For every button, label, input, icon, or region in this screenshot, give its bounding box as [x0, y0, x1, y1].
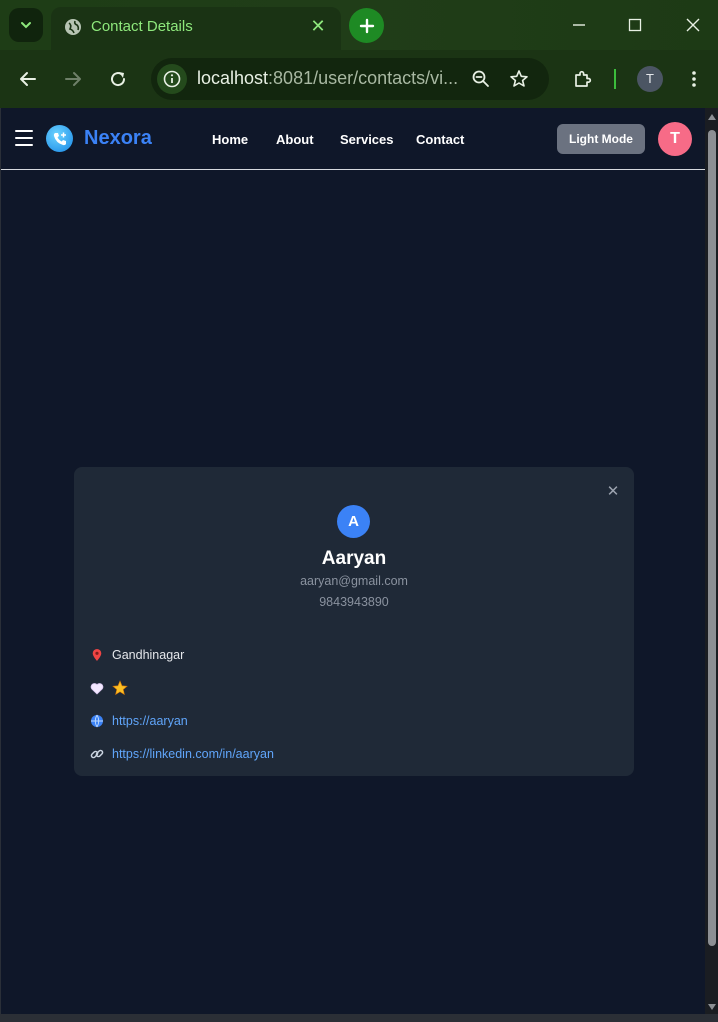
- nav-link-about[interactable]: About: [276, 132, 314, 147]
- phone-icon: [53, 132, 66, 145]
- page-scrollbar[interactable]: [705, 108, 718, 1014]
- phone-logo-icon: [46, 125, 73, 152]
- contact-avatar: A: [337, 505, 370, 538]
- link-icon: [89, 746, 105, 762]
- map-pin-icon: [89, 647, 105, 663]
- reload-icon: [111, 72, 126, 87]
- star-icon[interactable]: [112, 680, 128, 696]
- url-path: :8081/user/contacts/vi...: [268, 68, 459, 88]
- more-vertical-icon: [692, 71, 696, 87]
- reload-button[interactable]: [102, 63, 134, 95]
- site-navbar: Nexora Home About Services Contact Light…: [1, 108, 706, 170]
- browser-toolbar: localhost:8081/user/contacts/vi... T: [0, 50, 718, 108]
- extensions-button[interactable]: [567, 63, 599, 95]
- info-icon: [163, 70, 181, 88]
- heart-icon: [89, 680, 105, 696]
- profile-avatar[interactable]: T: [637, 66, 663, 92]
- zoom-button[interactable]: [465, 63, 497, 95]
- favorite-row: [89, 679, 135, 697]
- url-host: localhost: [197, 68, 269, 88]
- close-icon: [686, 18, 700, 32]
- bookmark-button[interactable]: [503, 63, 535, 95]
- theme-toggle-button[interactable]: Light Mode: [557, 124, 645, 154]
- nav-link-services[interactable]: Services: [340, 132, 394, 147]
- scrollbar-thumb[interactable]: [708, 130, 716, 946]
- brand-name[interactable]: Nexora: [84, 127, 152, 150]
- window-bottom-edge: [0, 1014, 718, 1022]
- back-button[interactable]: [12, 63, 44, 95]
- maximize-icon: [628, 18, 642, 32]
- forward-button[interactable]: [57, 63, 89, 95]
- plus-icon: [359, 18, 374, 33]
- tab-active[interactable]: Contact Details ✕: [51, 7, 341, 50]
- contact-address: Gandhinagar: [112, 648, 185, 662]
- zoom-out-icon: [472, 70, 489, 87]
- scroll-down-arrow-icon[interactable]: [708, 1004, 716, 1010]
- website-row: https://aaryan: [89, 712, 188, 730]
- minimize-icon: [573, 24, 585, 26]
- url-text[interactable]: localhost:8081/user/contacts/vi...: [197, 68, 458, 89]
- page-viewport: Nexora Home About Services Contact Light…: [0, 108, 706, 1014]
- address-row: Gandhinagar: [89, 646, 184, 664]
- nav-link-contact[interactable]: Contact: [416, 132, 464, 147]
- site-info-button[interactable]: [157, 64, 187, 94]
- browser-chrome: Contact Details ✕ localhost:8081/user/co…: [0, 0, 718, 108]
- maximize-button[interactable]: [624, 14, 646, 36]
- chevron-down-icon: [21, 22, 31, 29]
- contact-name: Aaryan: [321, 548, 387, 569]
- tab-close-icon[interactable]: ✕: [307, 15, 329, 37]
- tab-search-button[interactable]: [9, 8, 43, 42]
- menu-icon[interactable]: [15, 130, 33, 146]
- star-outline-icon: [510, 70, 528, 87]
- scroll-up-arrow-icon[interactable]: [708, 114, 716, 120]
- user-avatar[interactable]: T: [658, 122, 692, 156]
- contact-phone: 9843943890: [319, 595, 389, 609]
- globe-icon: [89, 713, 105, 729]
- contact-details-card: ✕ A Aaryan aaryan@gmail.com 9843943890 G…: [74, 467, 634, 776]
- browser-menu-button[interactable]: [678, 63, 710, 95]
- window-close-button[interactable]: [682, 14, 704, 36]
- contact-linkedin-link[interactable]: https://linkedin.com/in/aaryan: [112, 747, 274, 761]
- contact-email: aaryan@gmail.com: [300, 574, 408, 588]
- arrow-right-icon: [65, 72, 81, 86]
- nav-link-home[interactable]: Home: [212, 132, 248, 147]
- minimize-button[interactable]: [568, 14, 590, 36]
- tab-title: Contact Details: [91, 18, 193, 35]
- address-bar[interactable]: localhost:8081/user/contacts/vi...: [151, 58, 549, 100]
- new-tab-button[interactable]: [349, 8, 384, 43]
- arrow-left-icon: [20, 72, 36, 86]
- toolbar-divider: [614, 69, 616, 89]
- linkedin-row: https://linkedin.com/in/aaryan: [89, 745, 274, 763]
- close-icon[interactable]: ✕: [606, 484, 620, 499]
- globe-icon: [65, 19, 81, 35]
- tab-strip: Contact Details ✕: [0, 0, 718, 50]
- contact-website-link[interactable]: https://aaryan: [112, 714, 188, 728]
- puzzle-icon: [575, 70, 592, 87]
